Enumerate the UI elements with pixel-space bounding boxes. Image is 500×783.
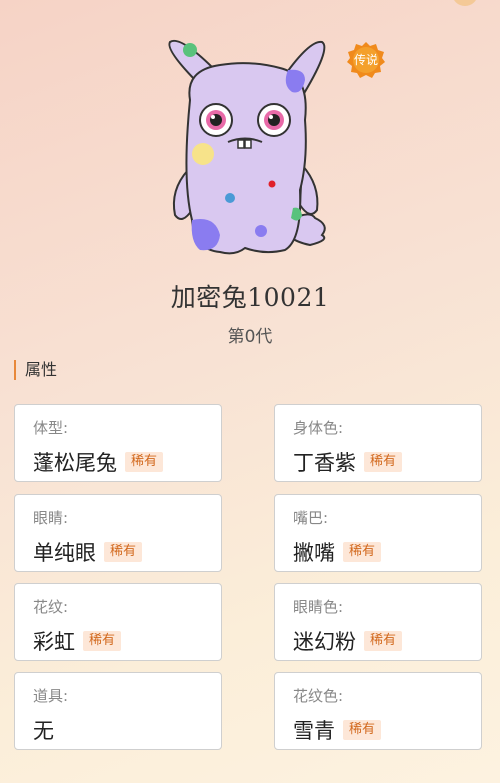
attribute-value: 撇嘴 — [293, 541, 335, 565]
attribute-card: 眼睛色: 迷幻粉 稀有 — [274, 583, 482, 661]
attribute-card: 眼睛: 单纯眼 稀有 — [14, 494, 222, 572]
rarity-tag: 稀有 — [364, 452, 403, 472]
attribute-card: 嘴巴: 撇嘴 稀有 — [274, 494, 482, 572]
attribute-label: 身体色: — [293, 419, 344, 437]
rarity-tag: 稀有 — [125, 452, 164, 472]
attribute-value: 迷幻粉 — [293, 630, 356, 654]
attribute-card: 体型: 蓬松尾兔 稀有 — [14, 404, 222, 482]
attribute-card: 身体色: 丁香紫 稀有 — [274, 404, 482, 482]
rarity-tag: 稀有 — [343, 542, 382, 562]
attribute-value: 无 — [33, 719, 54, 743]
badge-label: 传说 — [353, 53, 378, 67]
legendary-badge: 传说 — [347, 41, 385, 79]
rarity-tag: 稀有 — [364, 631, 403, 651]
attribute-label: 花纹色: — [293, 687, 344, 705]
attribute-value: 彩虹 — [33, 630, 75, 654]
attribute-label: 眼睛色: — [293, 598, 344, 616]
attribute-label: 眼睛: — [33, 509, 69, 527]
attribute-card: 花纹: 彩虹 稀有 — [14, 583, 222, 661]
attribute-value: 丁香紫 — [293, 451, 356, 475]
attribute-value: 单纯眼 — [33, 541, 96, 565]
attribute-value: 雪青 — [293, 719, 335, 743]
attribute-value: 蓬松尾兔 — [33, 451, 117, 475]
attribute-card: 道具: 无 — [14, 672, 222, 750]
attribute-label: 花纹: — [33, 598, 69, 616]
attribute-card: 花纹色: 雪青 稀有 — [274, 672, 482, 750]
rarity-tag: 稀有 — [83, 631, 122, 651]
rarity-tag: 稀有 — [343, 720, 382, 740]
rarity-tag: 稀有 — [104, 542, 143, 562]
rabbit-illustration — [160, 30, 340, 260]
attribute-label: 道具: — [33, 687, 69, 705]
pet-hero: 传说 加密兔10021 第0代 — [0, 0, 500, 347]
attributes-section-title: 属性 — [14, 360, 57, 380]
attribute-label: 体型: — [33, 419, 69, 437]
pet-name: 加密兔10021 — [170, 283, 330, 312]
attribute-label: 嘴巴: — [293, 509, 329, 527]
pet-generation: 第0代 — [227, 327, 273, 347]
